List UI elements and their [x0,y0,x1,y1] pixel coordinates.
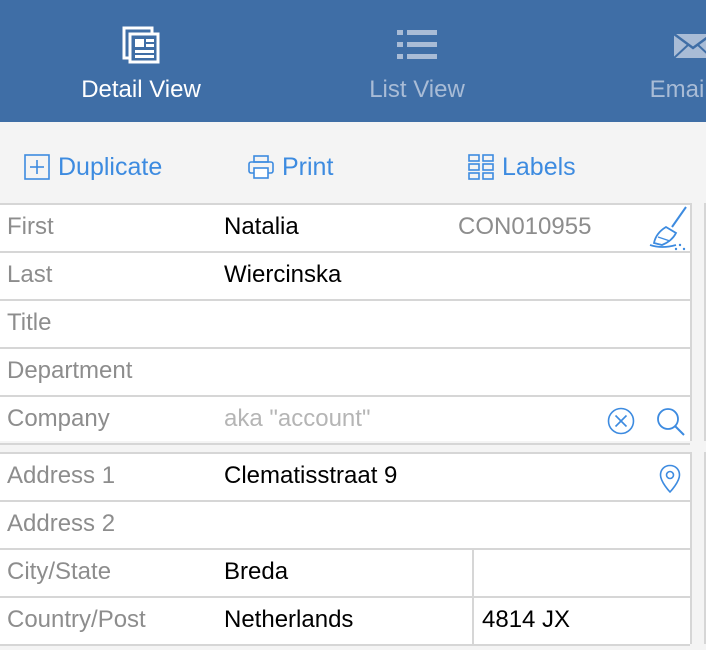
address1-field[interactable]: Clematisstraat 9 [224,462,397,490]
envelope-icon [673,26,706,69]
top-nav-bar: Detail View List View Email M [0,0,706,122]
city-field[interactable]: Breda [224,558,288,586]
company-row: Company aka "account" [0,397,690,445]
address1-row: Address 1 Clematisstraat 9 [0,454,690,502]
clear-circle-icon[interactable] [607,407,635,440]
address2-label: Address 2 [7,510,116,537]
action-toolbar: Duplicate Print Labels [0,122,706,204]
address1-label: Address 1 [7,462,116,489]
column-divider [472,598,474,644]
print-label: Print [282,152,334,181]
detail-view-icon [122,26,160,69]
postcode-field[interactable]: 4814 JX [482,606,570,634]
last-name-field[interactable]: Wiercinska [224,261,341,289]
city-state-label: City/State [7,558,112,585]
company-label: Company [7,405,110,432]
print-button[interactable]: Print [248,152,333,182]
column-divider [472,550,474,596]
last-name-row: Last Wiercinska [0,253,690,301]
department-label: Department [7,357,133,384]
duplicate-button[interactable]: Duplicate [24,152,162,182]
country-post-row: Country/Post Netherlands 4814 JX [0,598,690,646]
first-name-label: First [7,213,54,240]
broom-icon[interactable] [646,205,690,256]
printer-icon [248,155,274,179]
labels-button[interactable]: Labels [468,152,576,182]
country-field[interactable]: Netherlands [224,606,353,634]
duplicate-icon [24,154,50,180]
search-icon[interactable] [656,407,686,442]
first-name-row: First Natalia CON010955 [0,205,690,253]
company-field[interactable]: aka "account" [224,405,370,433]
city-state-row: City/State Breda [0,550,690,598]
country-post-label: Country/Post [7,606,146,633]
map-pin-icon[interactable] [659,464,681,499]
department-row: Department [0,349,690,397]
title-row: Title [0,301,690,349]
labels-label: Labels [502,152,576,181]
tab-detail-view[interactable]: Detail View [21,0,261,122]
duplicate-label: Duplicate [58,152,163,181]
tab-email[interactable]: Email M [573,0,706,122]
first-name-field[interactable]: Natalia [224,213,299,241]
tab-list-view[interactable]: List View [297,0,537,122]
tab-email-label: Email M [649,76,706,103]
tab-detail-view-label: Detail View [81,76,201,103]
address-card: Address 1 Clematisstraat 9 Address 2 Cit… [0,452,692,646]
labels-grid-icon [468,154,494,180]
list-view-icon [397,26,437,69]
address2-row: Address 2 [0,502,690,550]
tab-list-view-label: List View [369,76,465,103]
title-label: Title [7,309,52,336]
contact-info-card: First Natalia CON010955 Last Wiercinska … [0,203,692,445]
record-id: CON010955 [458,213,592,240]
last-name-label: Last [7,261,53,288]
